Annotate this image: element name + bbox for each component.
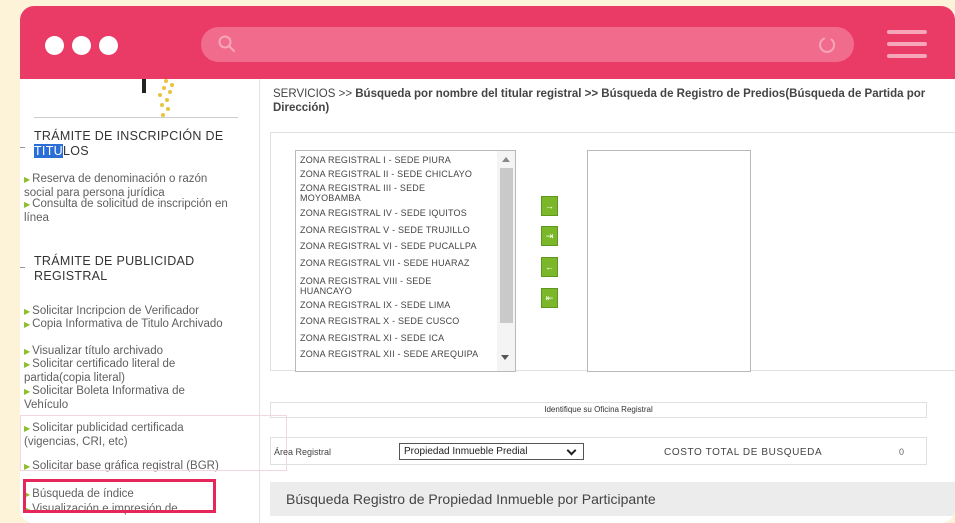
sidebar-link-reserva[interactable]: ▶ Reserva de denominación o razón social … [24,173,232,199]
window-dot-3[interactable] [99,36,118,55]
area-row: Área Registral Propiedad Inmueble Predia… [270,437,927,465]
participant-search-heading[interactable]: Búsqueda Registro de Propiedad Inmueble … [270,482,955,516]
window-dot-2[interactable] [72,36,91,55]
breadcrumb-prefix[interactable]: SERVICIOS >> [273,88,355,100]
arrow-icon: ▶ [24,200,31,209]
sidebar-link-consulta[interactable]: ▶ Consulta de solicitud de inscripción en… [24,198,232,224]
move-left-button[interactable]: ← [541,257,558,277]
arrow-icon: ▶ [24,360,31,369]
scroll-down-icon[interactable] [501,355,509,360]
cost-value: 0 [899,447,905,457]
sidebar-link-certificado-literal[interactable]: ▶ Solicitar certificado literal de partid… [24,358,232,384]
zone-option[interactable]: ZONA REGISTRAL XI - SEDE ICA [300,333,490,343]
zone-option[interactable]: ZONA REGISTRAL XII - SEDE AREQUIPA [300,349,490,359]
hover-outline [20,415,287,471]
zone-option[interactable]: ZONA REGISTRAL VIII - SEDE HUANCAYO [300,276,450,296]
window-dot-1[interactable] [45,36,64,55]
scrollbar-thumb[interactable] [500,168,513,323]
arrow-icon: ▶ [24,387,31,396]
area-select-value: Propiedad Inmueble Predial [404,446,528,457]
zone-option[interactable]: ZONA REGISTRAL VII - SEDE HUARAZ [300,258,490,268]
zone-option[interactable]: ZONA REGISTRAL X - SEDE CUSCO [300,316,490,326]
breadcrumb-path: Búsqueda por nombre del titular registra… [273,88,926,114]
section-divider [34,117,238,118]
arrow-icon: ▶ [24,320,31,329]
arrow-icon: ▶ [24,347,31,356]
section-dash [20,267,25,268]
breadcrumb: SERVICIOS >> Búsqueda por nombre del tit… [273,88,943,115]
zone-option[interactable]: ZONA REGISTRAL II - SEDE CHICLAYO [300,169,490,179]
zone-option[interactable]: ZONA REGISTRAL IV - SEDE IQUITOS [300,208,490,218]
sidebar-link-verificador[interactable]: ▶ Solicitar Incripcion de Verificador [24,305,232,319]
arrow-icon: ▶ [24,307,31,316]
address-bar[interactable] [201,27,854,62]
page-content: TRÁMITE DE INSCRIPCIÓN DE TITULOS ▶ Reser… [20,79,955,523]
logo-icon [142,79,174,117]
section-title-rest: LOS [62,144,89,158]
zone-option[interactable]: ZONA REGISTRAL I - SEDE PIURA [300,155,490,165]
office-label: Identifique su Oficina Registral [270,402,927,418]
section-title-highlight: TITU [34,144,63,158]
sidebar-link-boleta-vehiculo[interactable]: ▶ Solicitar Boleta Informativa de Vehícul… [24,385,232,411]
section-title-text: TRÁMITE DE INSCRIPCIÓN DE [34,129,224,143]
highlight-box [23,479,216,513]
browser-titlebar [20,6,955,79]
area-select[interactable]: Propiedad Inmueble Predial [399,443,584,460]
sidebar-link-visualizar-titulo[interactable]: ▶ Visualizar título archivado [24,345,232,359]
reload-icon[interactable] [816,34,838,56]
section-dash [20,147,25,148]
zone-option[interactable]: ZONA REGISTRAL VI - SEDE PUCALLPA [300,241,490,251]
move-all-right-button[interactable]: ⇥ [541,226,558,246]
hamburger-icon[interactable] [887,28,927,60]
cost-label: COSTO TOTAL DE BUSQUEDA [664,447,823,458]
selected-zones-listbox[interactable] [587,150,751,372]
move-right-button[interactable]: → [541,196,558,216]
scroll-up-icon[interactable] [502,157,510,162]
zone-option[interactable]: ZONA REGISTRAL III - SEDE MOYOBAMBA [300,183,450,203]
section-title-publicidad: TRÁMITE DE PUBLICIDAD REGISTRAL [34,254,195,283]
zone-option[interactable]: ZONA REGISTRAL IX - SEDE LIMA [300,300,490,310]
arrow-icon: ▶ [24,175,31,184]
browser-window: TRÁMITE DE INSCRIPCIÓN DE TITULOS ▶ Reser… [20,6,955,523]
area-label: Área Registral [274,447,332,457]
chevron-down-icon [566,445,577,456]
move-all-left-button[interactable]: ⇤ [541,288,558,308]
zone-option[interactable]: ZONA REGISTRAL V - SEDE TRUJILLO [300,225,490,235]
search-icon [218,35,235,52]
sidebar-link-copia-informativa[interactable]: ▶ Copia Informativa de Titulo Archivado [24,318,232,332]
section-title-inscripcion: TRÁMITE DE INSCRIPCIÓN DE TITULOS [34,129,239,159]
